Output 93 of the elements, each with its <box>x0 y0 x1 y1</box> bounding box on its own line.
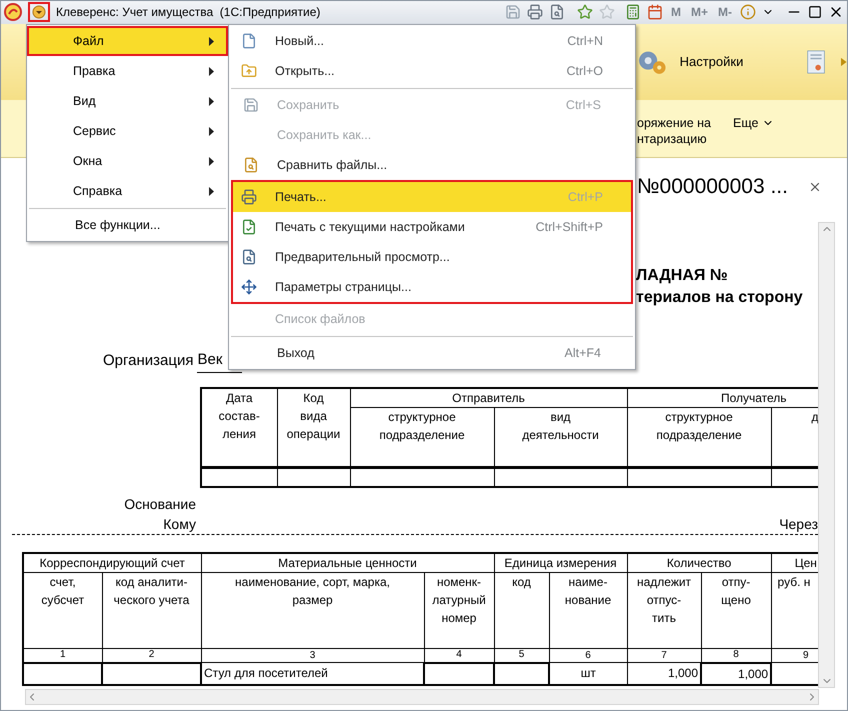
recipient-label: Кому <box>162 515 196 534</box>
settings-section[interactable]: Настройки <box>680 52 744 72</box>
shortcut-label: Ctrl+Shift+P <box>536 218 603 236</box>
printer-icon[interactable] <box>526 4 543 20</box>
submenu-arrow-icon <box>209 126 214 136</box>
table-cell: 1,000 <box>668 666 698 680</box>
menu-item[interactable]: Печать... Ctrl+P <box>233 182 631 212</box>
save-icon[interactable] <box>504 4 521 20</box>
preview-icon <box>241 249 257 265</box>
column-header: Дата состав- ления <box>218 390 260 440</box>
menu-item[interactable]: Сервис <box>27 116 228 146</box>
column-header: руб. н <box>778 575 810 589</box>
star-icon[interactable] <box>598 4 615 20</box>
column-number: 2 <box>148 649 154 660</box>
shortcut-label: Alt+F4 <box>564 344 601 362</box>
column-header: наиме- нование <box>564 575 612 607</box>
preview-icon[interactable] <box>548 4 565 20</box>
save-icon <box>243 97 259 113</box>
menu-item[interactable]: Предварительный просмотр... <box>233 242 631 272</box>
menu-item[interactable]: Справка <box>27 176 228 206</box>
vertical-scrollbar[interactable] <box>818 222 835 688</box>
submenu-arrow-icon <box>209 96 214 106</box>
info-icon[interactable] <box>740 4 756 20</box>
menu-item[interactable]: Правка <box>27 56 228 86</box>
shortcut-label: Ctrl+N <box>567 32 603 50</box>
calendar-icon[interactable] <box>646 4 663 20</box>
column-header: Цен <box>794 556 817 570</box>
column-number: 1 <box>60 649 66 660</box>
column-header: счет, субсчет <box>41 575 84 607</box>
column-header: номенк- латурный номер <box>432 575 486 625</box>
column-header: код аналити- ческого учета <box>114 575 190 607</box>
menu-item[interactable]: Параметры страницы... <box>233 272 631 302</box>
menu-item[interactable]: Вид <box>27 86 228 116</box>
column-header: Единица измерения <box>504 556 617 570</box>
column-header: Отправитель <box>452 390 525 404</box>
column-header: Материальные ценности <box>278 556 417 570</box>
organization-label: Организация <box>103 351 194 371</box>
shortcut-label: Ctrl+O <box>566 62 603 80</box>
move-icon <box>241 279 257 295</box>
menu-item[interactable]: Открыть... Ctrl+O <box>233 56 631 86</box>
basis-label: Основание <box>123 495 196 514</box>
form-title: №000000003 ... <box>637 174 788 200</box>
column-header: код <box>512 575 531 589</box>
column-header: Корреспондирующий счет <box>40 556 185 570</box>
column-header: структурное подразделение <box>379 410 465 442</box>
column-number: 9 <box>803 650 809 660</box>
column-number: 5 <box>518 649 524 660</box>
submenu-arrow-icon <box>209 156 214 166</box>
folder-icon <box>241 63 257 79</box>
column-number: 8 <box>733 649 739 660</box>
horizontal-scrollbar[interactable] <box>25 689 819 705</box>
submenu-arrow-icon <box>209 186 214 196</box>
document-heading: ЛАДНАЯ № <box>636 266 729 286</box>
column-header: надлежит отпус- тить <box>636 575 692 625</box>
column-number: 7 <box>661 650 667 660</box>
menu-item[interactable]: Новый... Ctrl+N <box>233 26 631 56</box>
logo-icon <box>4 3 22 21</box>
menu-item[interactable]: Все функции... <box>29 210 226 240</box>
main-menu-button[interactable] <box>28 2 50 22</box>
column-header: Код вида операции <box>286 390 340 440</box>
caret-icon <box>32 5 46 19</box>
maximize-icon[interactable] <box>808 5 822 19</box>
menu-item[interactable]: Печать с текущими настройками Ctrl+Shift+P <box>233 212 631 242</box>
calculator-icon[interactable] <box>624 4 641 20</box>
arrow-right-icon[interactable] <box>841 56 847 68</box>
column-header: наименование, сорт, марка, размер <box>235 575 390 607</box>
column-header: Получатель <box>720 390 787 404</box>
table-cell: Стул для посетителей <box>204 666 328 680</box>
printer-icon <box>241 189 257 205</box>
menu-item[interactable]: Файл <box>27 26 228 56</box>
column-header: Количество <box>666 556 732 570</box>
column-header: д <box>812 410 818 424</box>
document-heading: териалов на сторону <box>636 288 804 308</box>
via-label: Через <box>779 515 818 534</box>
submenu-arrow-icon <box>209 36 214 46</box>
more-button[interactable]: Еще <box>733 115 774 131</box>
table-cell: шт <box>580 666 596 680</box>
column-number: 6 <box>585 650 591 660</box>
window-title: Клеверенс: Учет имущества (1С:Предприятие) <box>56 4 320 21</box>
shortcut-label: Ctrl+P <box>568 188 603 206</box>
column-number: 4 <box>456 649 462 660</box>
page-icon <box>241 33 257 49</box>
column-header: структурное подразделение <box>656 410 742 442</box>
shortcut-label: Ctrl+S <box>566 96 601 114</box>
command-link[interactable]: оряжение на нтаризацию <box>637 115 712 147</box>
menu-item[interactable]: Сравнить файлы... <box>235 150 629 180</box>
submenu-arrow-icon <box>209 66 214 76</box>
column-header: вид деятельности <box>522 410 599 442</box>
column-header: отпу- щено <box>721 575 751 607</box>
column-number: 3 <box>310 650 316 660</box>
table-cell: 1,000 <box>738 666 768 680</box>
menu-item[interactable]: Окна <box>27 146 228 176</box>
star-icon[interactable] <box>576 4 593 20</box>
